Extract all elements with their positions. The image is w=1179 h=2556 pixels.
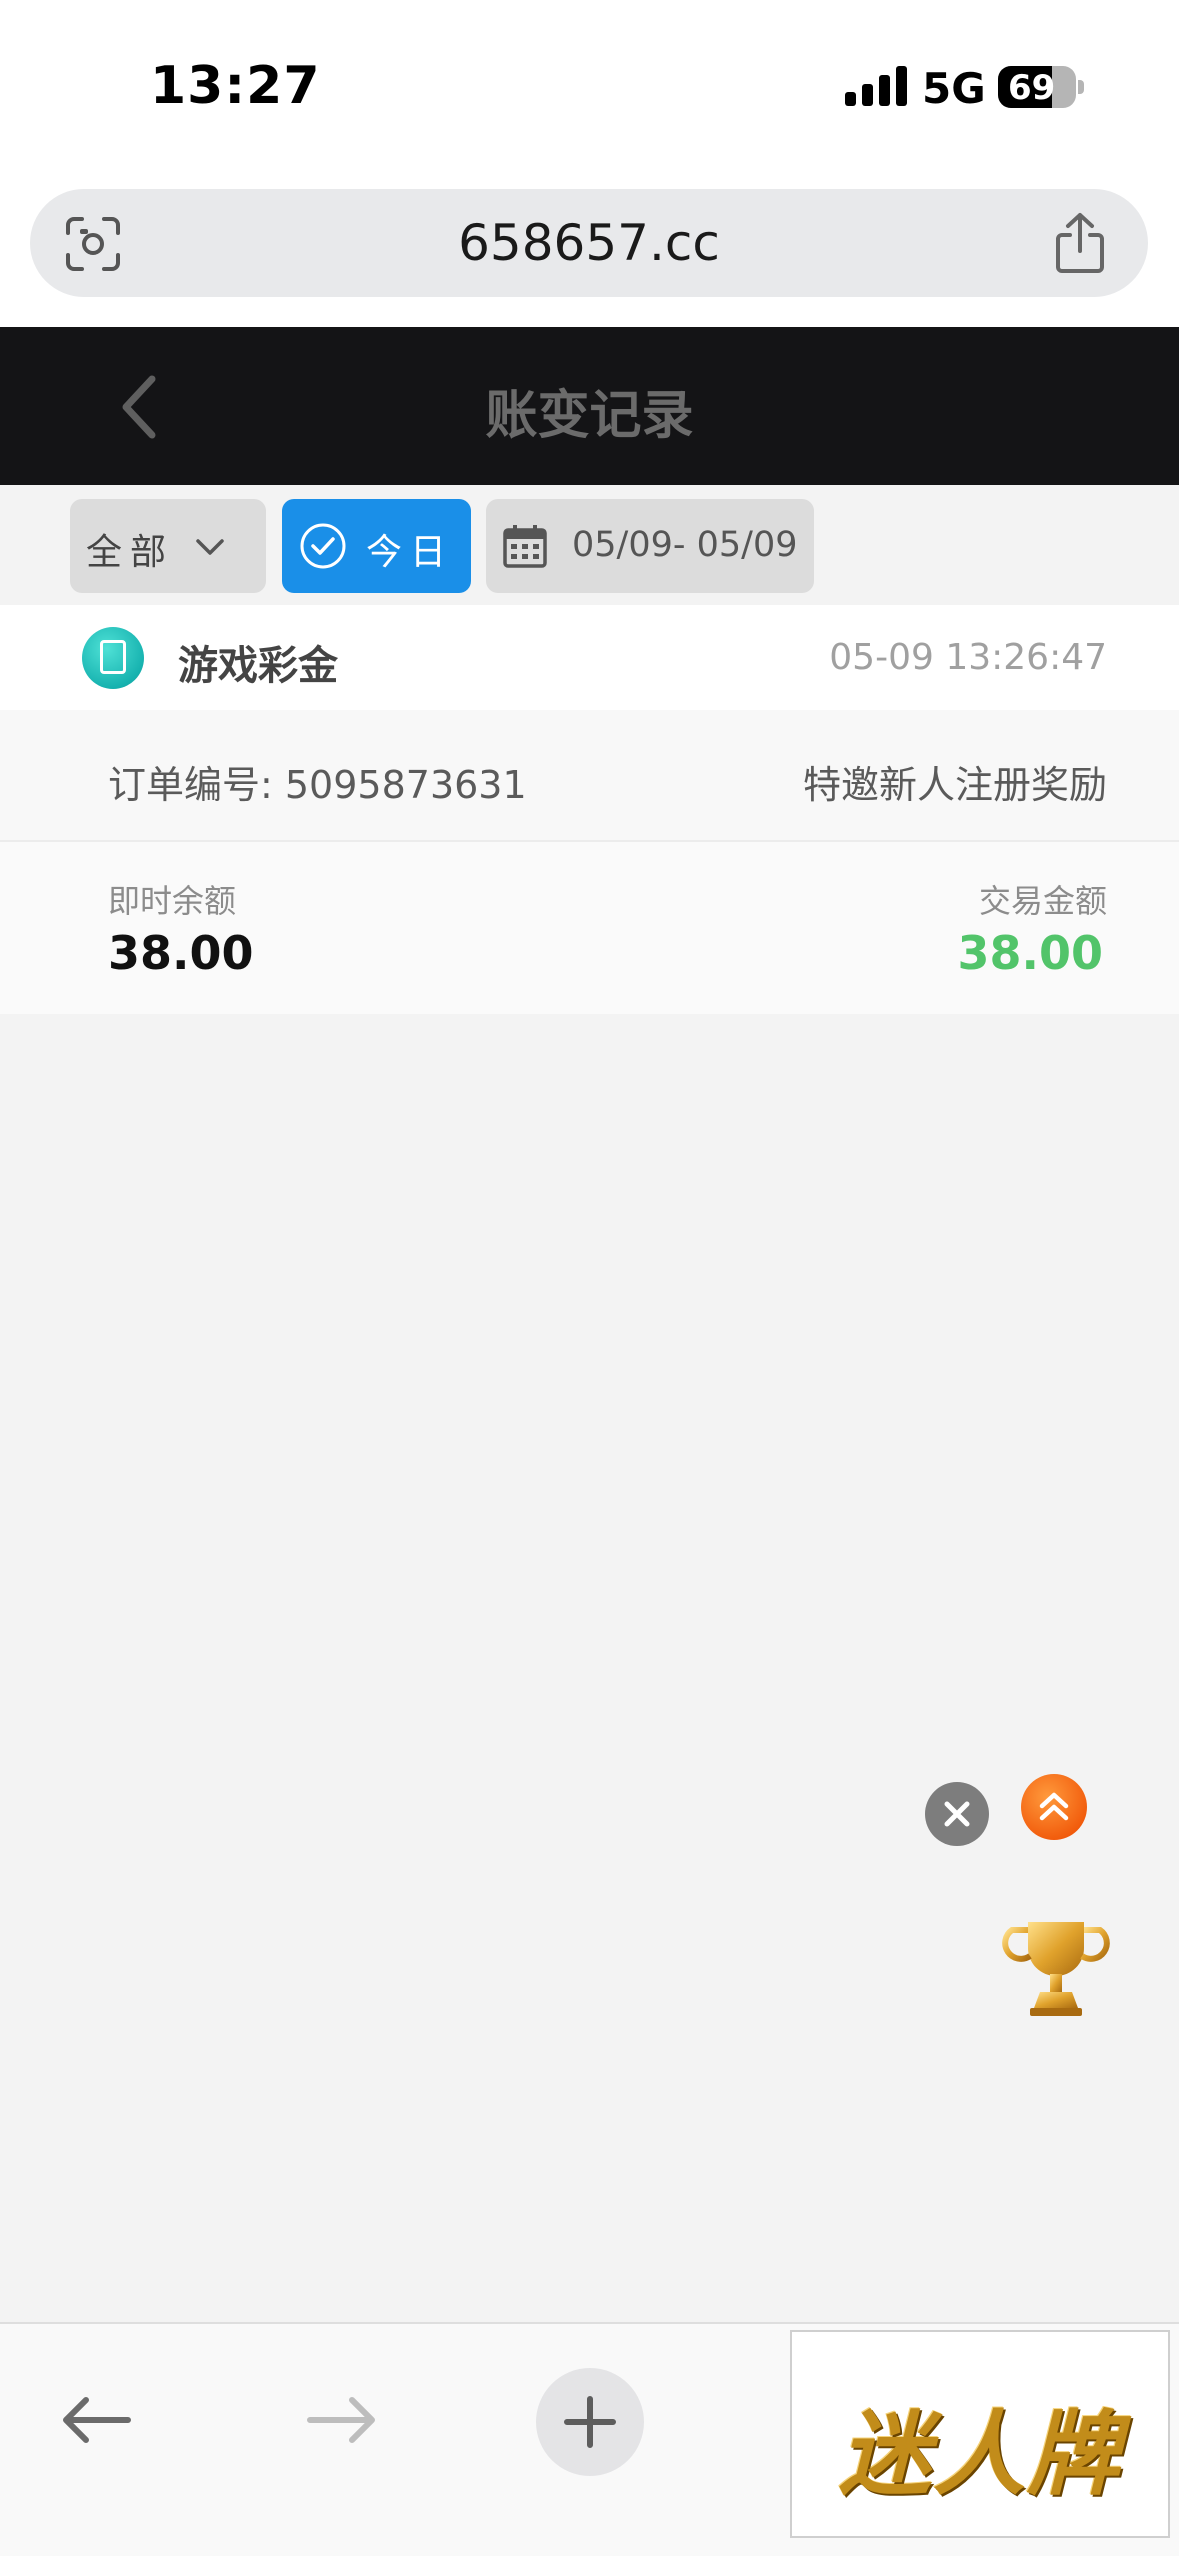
scroll-top-button[interactable] [1021,1774,1087,1840]
ad-banner[interactable]: 迷人牌 [790,2330,1170,2538]
balance-value: 38.00 [108,926,254,980]
network-label: 5G [922,64,986,113]
today-filter-button[interactable]: 今日 [282,499,471,593]
address-bar[interactable]: 658657.cc [30,189,1148,297]
battery-icon: 69 [998,66,1076,108]
url-text[interactable]: 658657.cc [30,214,1148,272]
status-bar: 13:27 5G 69 [0,0,1179,175]
trophy-icon[interactable] [1000,1912,1112,2024]
amount-value: 38.00 [957,926,1103,980]
plus-icon [564,2396,616,2448]
calendar-icon [503,525,547,568]
new-tab-button[interactable] [536,2368,644,2476]
browser-toolbar: 658657.cc [0,175,1179,327]
arrow-right-icon[interactable] [304,2390,380,2450]
type-filter-label: 全部 [86,532,175,573]
record-header[interactable]: 游戏彩金 05-09 13:26:47 [0,605,1179,710]
app-header: 账变记录 [0,327,1179,485]
share-icon[interactable] [1052,211,1108,275]
ad-logo-text: 迷人牌 [838,2400,1121,2508]
filter-bar: 全部 今日 05/09- 05/09 [0,485,1179,605]
balance-label: 即时余额 [108,882,237,920]
double-chevron-up-icon [1039,1792,1069,1821]
order-description: 特邀新人注册奖励 [802,763,1107,807]
record-title: 游戏彩金 [178,643,338,689]
signal-icon [845,66,909,106]
today-filter-label: 今日 [366,532,455,573]
record-amounts: 即时余额 38.00 交易金额 38.00 [0,842,1179,1014]
status-time: 13:27 [150,56,321,116]
date-range-picker[interactable]: 05/09- 05/09 [486,499,814,593]
close-float-button[interactable] [925,1782,989,1846]
type-filter-dropdown[interactable]: 全部 [70,499,266,593]
battery-cap [1078,80,1084,94]
bonus-icon [82,627,144,689]
date-range-label: 05/09- 05/09 [572,525,798,565]
record-time: 05-09 13:26:47 [829,637,1107,678]
browser-bottom-bar: 迷人牌 [0,2322,1179,2556]
battery-level: 69 [1008,68,1056,108]
receipt-icon [100,640,126,674]
arrow-left-icon[interactable] [58,2390,134,2450]
page-title: 账变记录 [485,386,694,446]
order-number: 订单编号: 5095873631 [108,763,527,807]
check-circle-icon [300,523,346,569]
record-order-row: 订单编号: 5095873631 特邀新人注册奖励 [0,710,1179,842]
chevron-down-icon [196,539,224,555]
close-icon [944,1801,970,1827]
amount-label: 交易金额 [978,882,1107,920]
